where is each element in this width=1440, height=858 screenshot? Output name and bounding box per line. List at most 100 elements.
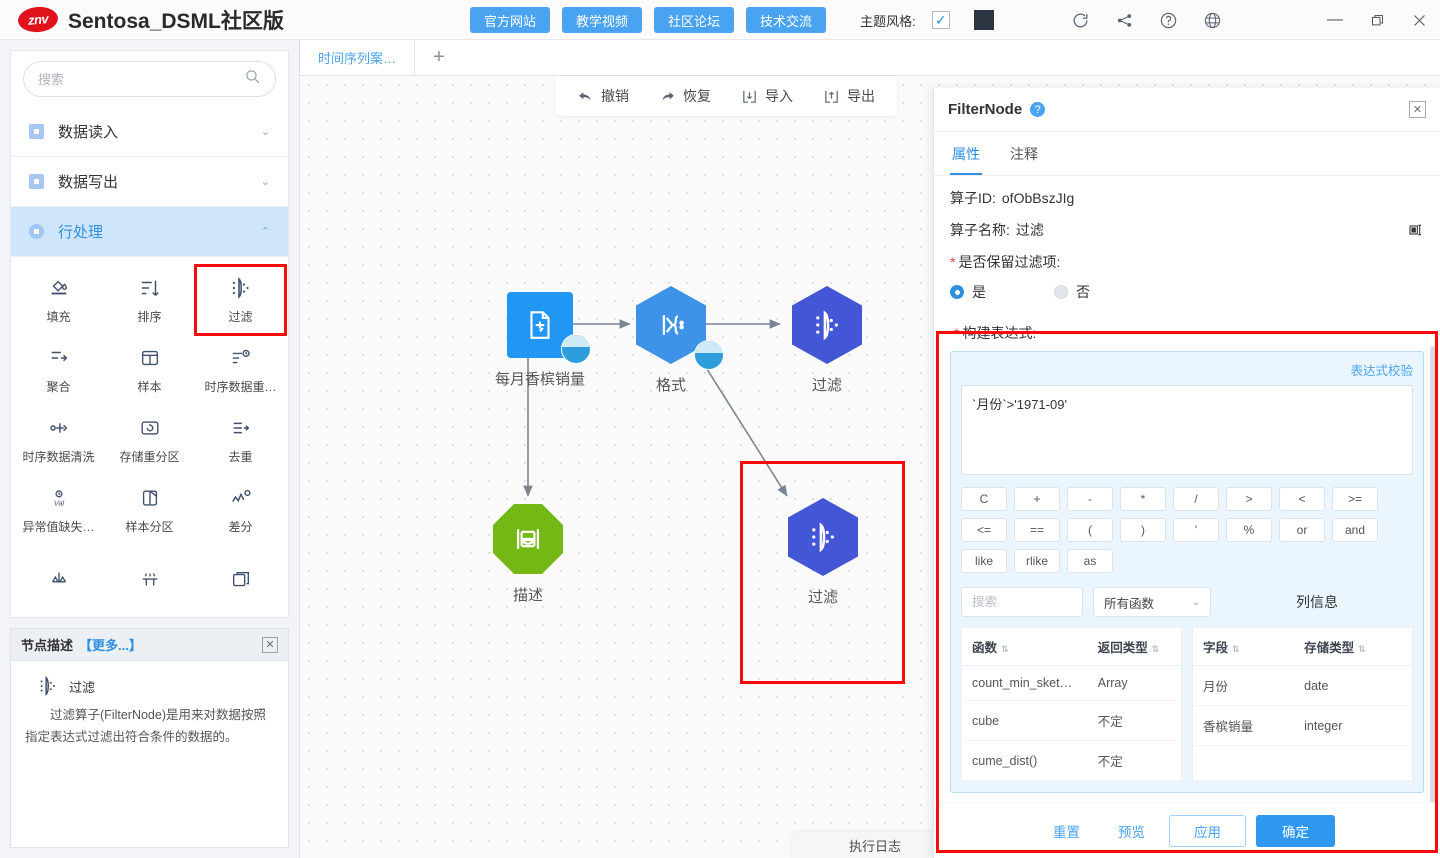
window-minimize-button[interactable]: — [1314,0,1356,40]
help-icon[interactable] [1146,0,1190,40]
expression-input[interactable]: `月份`>'1971-09' [961,385,1413,475]
operator-copy-stack[interactable] [195,545,286,615]
undo-button[interactable]: 撤销 [577,86,629,106]
op-button-plus[interactable]: + [1014,487,1060,511]
operator-timeseries-resample[interactable]: 时序数据重… [195,335,286,405]
help-icon[interactable]: ? [1030,102,1046,117]
nav-button-official-site[interactable]: 官方网站 [470,7,551,33]
keep-filter-radio-group: 是 否 [934,272,1440,302]
op-button-clear[interactable]: C [961,487,1007,511]
operator-sample[interactable]: 时序数据重… 样本 [104,335,195,405]
operator-timeseries-clean[interactable]: 时序数据清洗 [13,405,104,475]
table-row[interactable]: cube 不定 [962,700,1181,741]
sidebar-group-row-processing[interactable]: 行处理 ⌃ [11,207,288,257]
operator-repartition[interactable]: 存储重分区 [104,405,195,475]
operator-aggregate[interactable]: 聚合 [13,335,104,405]
workflow-node-monthly-champagne-sales[interactable]: 每月香槟销量 [495,292,591,389]
op-button-quote[interactable]: ' [1173,518,1219,542]
panel-body: 算子ID: ofObBszJIg 算子名称: 过滤 * 是否保留过滤项: 是 否… [934,176,1440,802]
workflow-node-filter-selected[interactable]: 过滤 [788,498,858,607]
import-button[interactable]: 导入 [741,86,793,106]
nav-button-tech-exchange[interactable]: 技术交流 [746,7,827,33]
refresh-icon[interactable] [1058,0,1102,40]
tab-timeseries-case[interactable]: 时间序列案… [300,40,416,75]
op-button-paren-close[interactable]: ) [1120,518,1166,542]
op-button-minus[interactable]: - [1067,487,1113,511]
table-row[interactable]: 香槟销量 integer [1193,705,1412,746]
radio-keep-no[interactable]: 否 [1054,282,1090,302]
operator-outlier-missing[interactable]: Val 异常值缺失… [13,475,104,545]
window-close-button[interactable] [1398,0,1440,40]
table-row[interactable]: count_min_sketc… Array [962,665,1181,701]
op-button-as[interactable]: as [1067,549,1113,573]
tab-annotation[interactable]: 注释 [1008,132,1040,175]
op-button-greater-equal[interactable]: >= [1332,487,1378,511]
op-button-equals[interactable]: == [1014,518,1060,542]
operator-fill[interactable]: 填充 [13,265,104,335]
sidebar-group-data-write[interactable]: 数据写出 ⌄ [11,157,288,207]
workflow-node-filter-top[interactable]: 过滤 [792,286,862,395]
redo-button[interactable]: 恢复 [659,86,711,106]
column-table-header-storage-type[interactable]: 存储类型 ⇅ [1294,628,1412,666]
operator-dedupe[interactable]: 去重 [195,405,286,475]
reset-button[interactable]: 重置 [1039,821,1094,841]
op-button-multiply[interactable]: * [1120,487,1166,511]
operator-balance[interactable] [13,545,104,615]
add-tab-button[interactable]: + [415,40,463,75]
operator-sort[interactable]: 排序 [104,265,195,335]
op-button-less-equal[interactable]: <= [961,518,1007,542]
op-button-or[interactable]: or [1279,518,1325,542]
function-table-header-name[interactable]: 函数 ⇅ [962,628,1088,666]
radio-keep-yes[interactable]: 是 [950,282,986,302]
function-search-input[interactable] [961,587,1083,617]
op-button-and[interactable]: and [1332,518,1378,542]
operator-stratify[interactable] [104,545,195,615]
operator-name-value[interactable]: 过滤 [1016,220,1044,240]
node-shape [507,292,591,364]
preview-button[interactable]: 预览 [1104,821,1159,841]
nav-button-tutorial-video[interactable]: 教学视频 [562,7,643,33]
tab-properties[interactable]: 属性 [950,132,982,175]
op-button-greater[interactable]: > [1226,487,1272,511]
close-icon[interactable]: ✕ [1409,101,1426,118]
theme-color-swatch[interactable] [973,10,994,30]
window-maximize-button[interactable] [1356,0,1398,40]
validate-expression-link[interactable]: 表达式校验 [961,360,1413,385]
share-nodes-icon[interactable] [1102,0,1146,40]
node-description-more-link[interactable]: 【更多...】 [79,635,142,654]
operator-name-label: 算子名称: [950,222,1010,238]
op-button-like[interactable]: like [961,549,1007,573]
op-button-divide[interactable]: / [1173,487,1219,511]
function-category-select[interactable]: 所有函数 ⌄ [1093,587,1211,617]
op-button-percent[interactable]: % [1226,518,1272,542]
op-button-rlike[interactable]: rlike [1014,549,1060,573]
export-button[interactable]: 导出 [823,86,875,106]
function-table[interactable]: 函数 ⇅ 返回类型 ⇅ count_min_sketc… Array cube … [961,627,1182,782]
workflow-node-describe[interactable]: 描述 [493,504,563,605]
apply-button[interactable]: 应用 [1169,814,1246,847]
column-table[interactable]: 字段 ⇅ 存储类型 ⇅ 月份 date 香槟销量 integer [1192,627,1413,782]
node-status-badge [561,334,591,364]
column-table-header-field[interactable]: 字段 ⇅ [1193,628,1295,666]
sidebar-group-data-read[interactable]: 数据读入 ⌄ [11,107,288,157]
nav-button-community-forum[interactable]: 社区论坛 [654,7,735,33]
title-bar: znv Sentosa_DSML社区版 官方网站 教学视频 社区论坛 技术交流 … [0,0,1440,40]
search-input[interactable] [38,71,244,87]
table-row[interactable]: cume_dist() 不定 [962,740,1181,781]
function-table-header-return-type[interactable]: 返回类型 ⇅ [1087,628,1181,666]
search-box[interactable] [23,61,276,97]
table-row[interactable] [1193,745,1412,781]
theme-checkbox[interactable]: ✓ [931,11,950,29]
operator-sample-partition[interactable]: 样本分区 [104,475,195,545]
op-button-paren-open[interactable]: ( [1067,518,1113,542]
rename-icon[interactable] [1408,222,1424,238]
confirm-button[interactable]: 确定 [1256,814,1335,847]
table-row[interactable]: 月份 date [1193,665,1412,706]
operator-difference[interactable]: 差分 [195,475,286,545]
operator-filter[interactable]: 过滤 [194,264,287,336]
workflow-node-format[interactable]: 格式 [636,286,724,395]
panel-scrollbar[interactable] [1430,346,1437,802]
globe-icon[interactable] [1190,0,1234,40]
close-icon[interactable]: ✕ [262,636,278,653]
op-button-less[interactable]: < [1279,487,1325,511]
